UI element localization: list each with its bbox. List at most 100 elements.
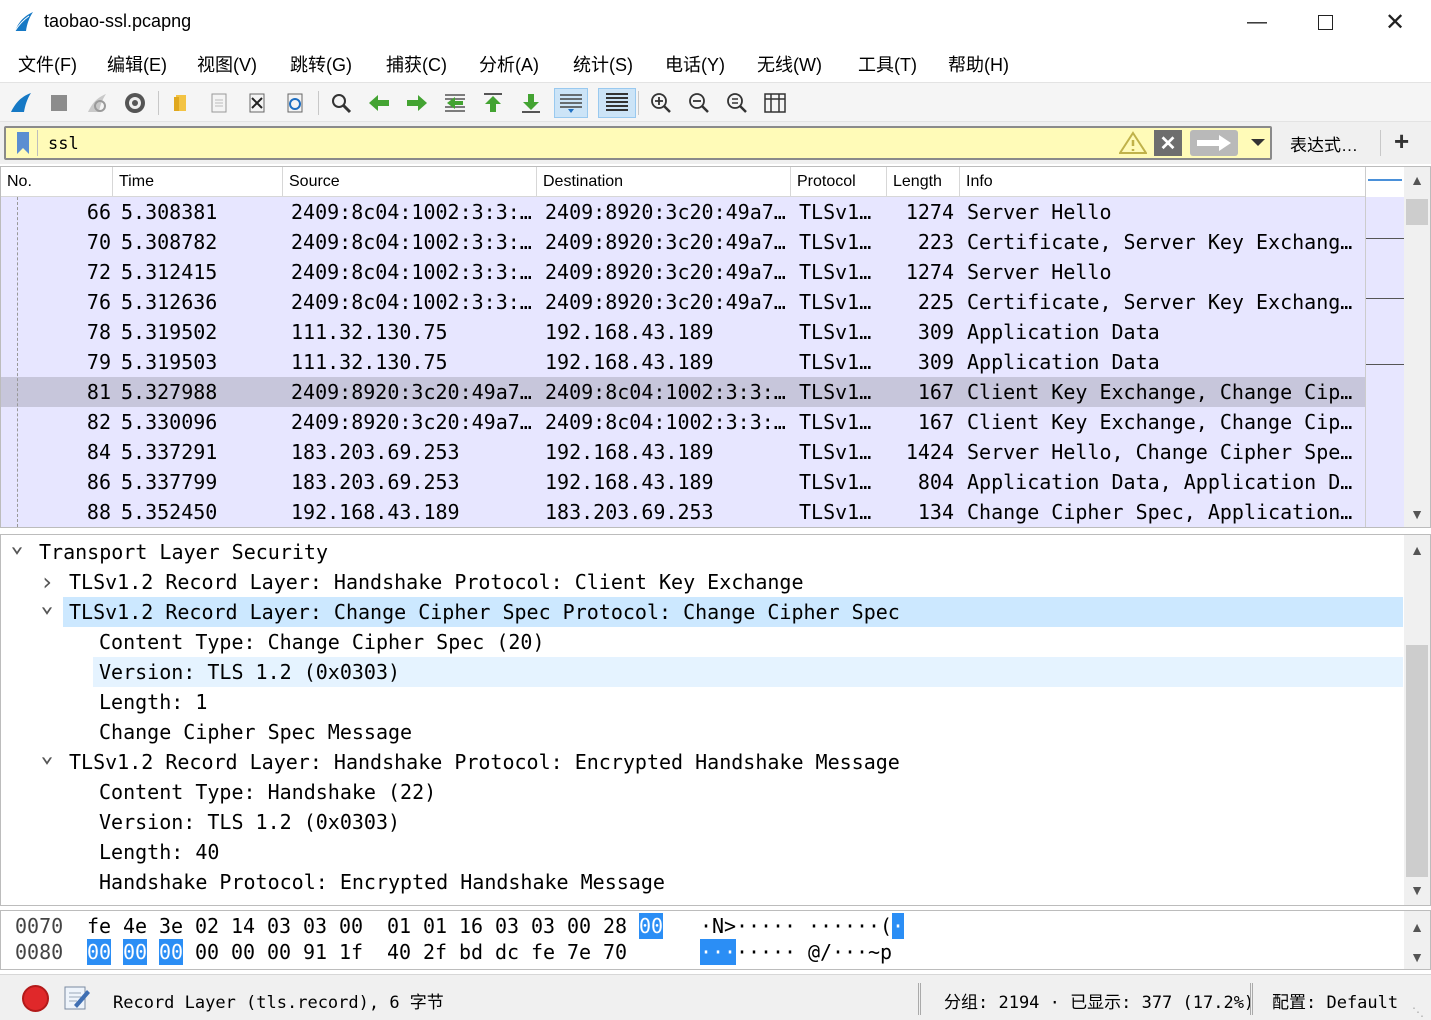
detail-tree-item[interactable]: Handshake Protocol: Encrypted Handshake … bbox=[1, 867, 1401, 897]
chevron-down-icon[interactable]: ⌄ bbox=[7, 535, 27, 557]
chevron-down-icon[interactable]: ⌄ bbox=[37, 595, 57, 617]
column-header-length[interactable]: Length bbox=[887, 167, 960, 197]
scroll-down-icon[interactable]: ▼ bbox=[1404, 945, 1430, 969]
hex-byte[interactable]: fe bbox=[531, 939, 555, 965]
menu-capture[interactable]: 捕获(C) bbox=[386, 51, 447, 77]
hex-byte[interactable]: 01 bbox=[387, 913, 411, 939]
hex-byte[interactable]: 03 bbox=[495, 913, 519, 939]
hex-byte[interactable]: 1f bbox=[339, 939, 363, 965]
ascii-char[interactable]: N bbox=[712, 913, 724, 939]
ascii-char[interactable]: · bbox=[832, 939, 844, 965]
last-packet-button[interactable] bbox=[516, 88, 546, 118]
menu-analyze[interactable]: 分析(A) bbox=[479, 51, 539, 77]
zoom-out-button[interactable] bbox=[684, 88, 714, 118]
close-button[interactable]: ✕ bbox=[1360, 0, 1430, 44]
add-filter-button[interactable]: + bbox=[1394, 126, 1409, 157]
hex-byte[interactable]: 3e bbox=[159, 913, 183, 939]
column-header-destination[interactable]: Destination bbox=[537, 167, 791, 197]
ascii-char[interactable]: p bbox=[880, 939, 892, 965]
hex-byte[interactable]: 03 bbox=[267, 913, 291, 939]
filter-history-dropdown[interactable] bbox=[1246, 130, 1270, 156]
packet-row[interactable]: 79 5.319503 111.32.130.75 192.168.43.189 TLS… bbox=[1, 347, 1365, 377]
hex-byte[interactable]: 00 bbox=[159, 939, 184, 965]
hex-byte[interactable]: 00 bbox=[567, 913, 591, 939]
ascii-char[interactable]: · bbox=[700, 913, 712, 939]
capture-options-button[interactable] bbox=[120, 88, 150, 118]
menu-telephony[interactable]: 电话(Y) bbox=[665, 51, 725, 77]
ascii-char[interactable]: · bbox=[748, 913, 760, 939]
expert-info-button[interactable] bbox=[22, 985, 49, 1012]
packet-row[interactable]: 70 5.308782 2409:8c04:1002:3:3:… 2409:8920:… bbox=[1, 227, 1365, 257]
ascii-char[interactable]: @ bbox=[808, 939, 820, 965]
packet-row[interactable]: 66 5.308381 2409:8c04:1002:3:3:… 2409:8920:… bbox=[1, 197, 1365, 227]
go-forward-button[interactable] bbox=[402, 88, 432, 118]
ascii-char[interactable]: · bbox=[760, 913, 772, 939]
hex-byte[interactable]: 03 bbox=[531, 913, 555, 939]
scroll-thumb[interactable] bbox=[1406, 645, 1428, 877]
menu-tools[interactable]: 工具(T) bbox=[858, 51, 917, 77]
detail-tree-item[interactable]: Length: 1 bbox=[1, 687, 1401, 717]
status-profile[interactable]: 配置: Default bbox=[1272, 988, 1398, 1013]
save-file-button[interactable] bbox=[204, 88, 234, 118]
hex-byte[interactable]: 00 bbox=[195, 939, 219, 965]
column-header-info[interactable]: Info bbox=[960, 167, 1365, 197]
ascii-char[interactable]: · bbox=[772, 913, 784, 939]
ascii-char[interactable]: · bbox=[808, 913, 820, 939]
ascii-char[interactable]: · bbox=[724, 939, 736, 965]
detail-tree-item[interactable]: ⌄ Transport Layer Security bbox=[1, 535, 1401, 567]
packet-minimap[interactable] bbox=[1365, 167, 1404, 527]
hex-byte[interactable]: 70 bbox=[603, 939, 627, 965]
hex-byte[interactable]: 00 bbox=[339, 913, 363, 939]
colorize-button[interactable] bbox=[598, 88, 636, 118]
column-header-time[interactable]: Time bbox=[113, 167, 283, 197]
menu-go[interactable]: 跳转(G) bbox=[290, 51, 352, 77]
display-filter-field[interactable]: ssl ✕ bbox=[4, 126, 1272, 160]
apply-filter-button[interactable] bbox=[1190, 130, 1238, 156]
open-file-button[interactable] bbox=[166, 88, 196, 118]
menu-view[interactable]: 视图(V) bbox=[197, 51, 257, 77]
ascii-char[interactable]: · bbox=[784, 913, 796, 939]
resize-columns-button[interactable] bbox=[760, 88, 790, 118]
hex-byte[interactable]: 4e bbox=[123, 913, 147, 939]
hex-byte[interactable]: 16 bbox=[459, 913, 483, 939]
detail-tree-item[interactable]: Change Cipher Spec Message bbox=[1, 717, 1401, 747]
display-filter-input[interactable]: ssl bbox=[48, 134, 79, 154]
hex-byte[interactable]: 14 bbox=[231, 913, 255, 939]
menu-statistics[interactable]: 统计(S) bbox=[573, 51, 633, 77]
details-scrollbar[interactable]: ▲ ▼ bbox=[1404, 535, 1430, 905]
hex-byte[interactable]: 00 bbox=[267, 939, 291, 965]
ascii-char[interactable]: · bbox=[856, 939, 868, 965]
scroll-up-icon[interactable]: ▲ bbox=[1404, 537, 1430, 563]
column-header-protocol[interactable]: Protocol bbox=[791, 167, 887, 197]
packet-row[interactable]: 76 5.312636 2409:8c04:1002:3:3:… 2409:8920:… bbox=[1, 287, 1365, 317]
column-header-no[interactable]: No. bbox=[1, 167, 113, 197]
ascii-char[interactable]: · bbox=[736, 913, 748, 939]
scroll-down-icon[interactable]: ▼ bbox=[1404, 877, 1430, 903]
edit-comment-icon[interactable] bbox=[62, 983, 92, 1013]
ascii-char[interactable]: ~ bbox=[868, 939, 880, 965]
detail-tree-item[interactable]: Version: TLS 1.2 (0x0303) bbox=[1, 807, 1401, 837]
ascii-char[interactable]: · bbox=[712, 939, 724, 965]
hex-byte[interactable]: 01 bbox=[423, 913, 447, 939]
find-packet-button[interactable] bbox=[326, 88, 356, 118]
ascii-char[interactable]: · bbox=[736, 939, 748, 965]
resize-grip-icon[interactable]: ⋱ bbox=[1412, 1005, 1424, 1019]
ascii-char[interactable]: · bbox=[892, 913, 904, 939]
hex-byte[interactable]: bd bbox=[459, 939, 483, 965]
zoom-normal-button[interactable] bbox=[722, 88, 752, 118]
go-back-button[interactable] bbox=[364, 88, 394, 118]
packet-list-scrollbar[interactable]: ▲ ▼ bbox=[1404, 167, 1430, 527]
autoscroll-button[interactable] bbox=[554, 88, 588, 118]
packet-row[interactable]: 84 5.337291 183.203.69.253 192.168.43.189 TL… bbox=[1, 437, 1365, 467]
detail-tree-item[interactable]: Content Type: Handshake (22) bbox=[1, 777, 1401, 807]
ascii-char[interactable]: · bbox=[868, 913, 880, 939]
hex-byte[interactable]: 7e bbox=[567, 939, 591, 965]
close-file-button[interactable] bbox=[242, 88, 272, 118]
ascii-char[interactable]: · bbox=[700, 939, 712, 965]
menu-file[interactable]: 文件(F) bbox=[18, 51, 77, 77]
detail-tree-item[interactable]: Length: 40 bbox=[1, 837, 1401, 867]
hex-byte[interactable]: 28 bbox=[603, 913, 627, 939]
ascii-char[interactable]: / bbox=[820, 939, 832, 965]
hex-byte[interactable]: 03 bbox=[303, 913, 327, 939]
hex-byte[interactable]: dc bbox=[495, 939, 519, 965]
